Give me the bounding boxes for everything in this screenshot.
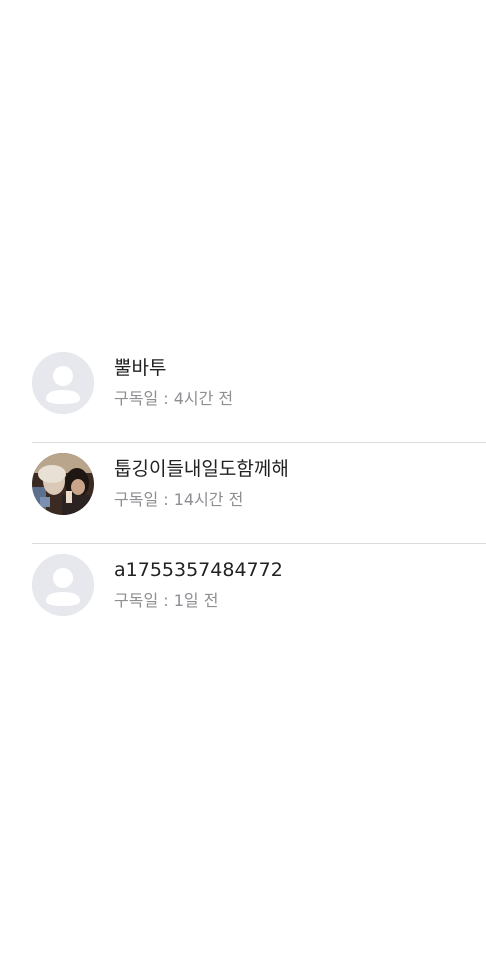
subscriber-name[interactable]: 뿔바투 bbox=[114, 356, 166, 380]
default-avatar-icon[interactable] bbox=[32, 554, 94, 616]
subscribed-time: 구독일 : 4시간 전 bbox=[114, 389, 234, 408]
subscribed-time: 구독일 : 14시간 전 bbox=[114, 490, 244, 509]
subscriber-row[interactable]: 뿔바투 구독일 : 4시간 전 bbox=[0, 342, 486, 443]
default-avatar-icon[interactable] bbox=[32, 352, 94, 414]
subscriber-list: 뿔바투 구독일 : 4시간 전 툽깅이들내일도함께해 구독일 : 14시간 전 bbox=[0, 342, 486, 645]
subscribed-time: 구독일 : 1일 전 bbox=[114, 591, 219, 610]
user-photo-avatar[interactable] bbox=[32, 453, 94, 515]
subscriber-name[interactable]: 툽깅이들내일도함께해 bbox=[114, 457, 289, 481]
subscriber-row[interactable]: a1755357484772 구독일 : 1일 전 bbox=[0, 544, 486, 645]
subscriber-row[interactable]: 툽깅이들내일도함께해 구독일 : 14시간 전 bbox=[0, 443, 486, 544]
subscriber-name[interactable]: a1755357484772 bbox=[114, 558, 283, 582]
